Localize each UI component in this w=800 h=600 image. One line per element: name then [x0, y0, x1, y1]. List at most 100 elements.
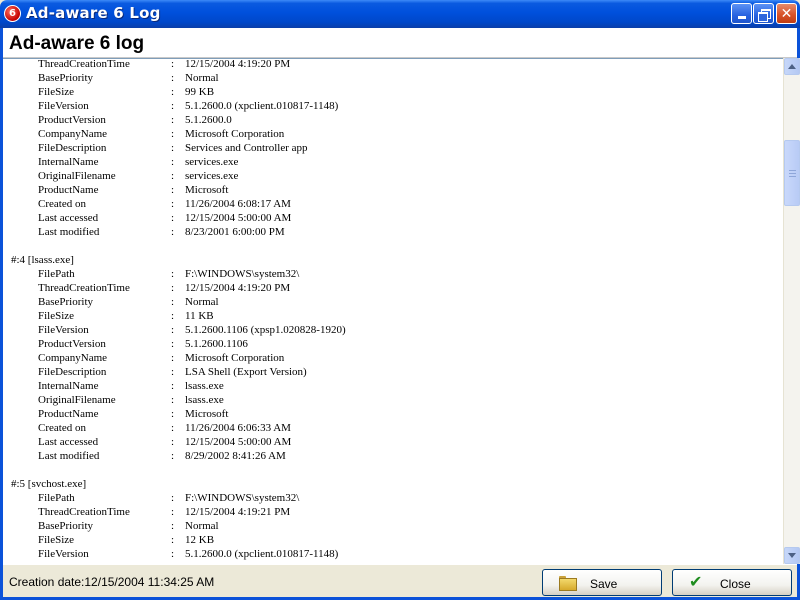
log-property-value: 12/15/2004 4:19:20 PM — [185, 58, 291, 70]
log-property-line: FilePath: F:\WINDOWS\system32\ — [11, 491, 346, 505]
log-separator: : — [171, 422, 175, 434]
log-property-key: FilePath — [38, 268, 75, 280]
log-property-key: OriginalFilename — [38, 394, 116, 406]
log-separator: : — [171, 142, 175, 154]
log-text-area[interactable]: ThreadCreationTime:12/15/2004 4:19:20 PM… — [3, 58, 783, 564]
log-property-value: Normal — [185, 296, 219, 308]
log-property-value: 5.1.2600.0 — [185, 114, 232, 126]
scroll-down-button[interactable] — [784, 547, 800, 564]
log-separator: : — [171, 380, 175, 392]
folder-icon — [559, 576, 577, 591]
log-property-key: Created on — [38, 198, 86, 210]
adaware-icon[interactable]: 6 — [4, 5, 21, 22]
title-bar[interactable]: 6 Ad-aware 6 Log ✕ — [0, 0, 800, 28]
log-property-key: InternalName — [38, 380, 99, 392]
save-button[interactable]: Save — [542, 569, 662, 596]
log-property-line: FilePath: F:\WINDOWS\system32\ — [11, 267, 346, 281]
log-property-line: ProductVersion:5.1.2600.0 — [11, 113, 346, 127]
grip-line — [789, 170, 796, 171]
close-icon: ✕ — [780, 5, 793, 22]
window-title: Ad-aware 6 Log — [26, 4, 161, 22]
log-property-line: Created on:11/26/2004 6:06:33 AM — [11, 421, 346, 435]
status-footer: Creation date:12/15/2004 11:34:25 AM Sav… — [3, 564, 797, 597]
log-separator: : — [171, 506, 175, 518]
log-property-value: Microsoft — [185, 408, 229, 420]
log-property-key: ProductVersion — [38, 114, 106, 126]
log-property-key: FileDescription — [38, 142, 107, 154]
close-button[interactable]: ✔ Close — [672, 569, 792, 596]
log-separator: : — [171, 520, 175, 532]
log-property-value: 8/23/2001 6:00:00 PM — [185, 226, 285, 238]
log-property-value: F:\WINDOWS\system32\ — [185, 268, 300, 280]
log-separator: : — [171, 296, 175, 308]
log-property-line: Last accessed:12/15/2004 5:00:00 AM — [11, 435, 346, 449]
close-button-label: Close — [720, 577, 751, 591]
log-separator: : — [171, 128, 175, 140]
log-property-value: 5.1.2600.0 (xpclient.010817-1148) — [185, 548, 339, 560]
log-separator: : — [171, 352, 175, 364]
log-separator: : — [171, 324, 175, 336]
log-separator: : — [171, 212, 175, 224]
log-property-value: 5.1.2600.1106 (xpsp1.020828-1920) — [185, 324, 346, 336]
log-property-value: Microsoft — [185, 184, 229, 196]
log-property-key: ThreadCreationTime — [38, 506, 130, 518]
log-content: ThreadCreationTime:12/15/2004 4:19:20 PM… — [11, 58, 346, 564]
log-property-line: Created on:11/26/2004 6:08:17 AM — [11, 197, 346, 211]
log-property-key: BasePriority — [38, 296, 93, 308]
log-property-value: lsass.exe — [185, 380, 224, 392]
log-property-line: FileDescription: LSA Shell (Export Versio… — [11, 365, 346, 379]
log-property-value: 8/29/2002 8:41:26 AM — [185, 450, 286, 462]
log-property-line: CompanyName: Microsoft Corporation — [11, 351, 346, 365]
scroll-thumb[interactable] — [784, 140, 800, 206]
log-separator: : — [171, 268, 175, 280]
log-separator: : — [171, 492, 175, 504]
log-property-value: 5.1.2600.0 (xpclient.010817-1148) — [185, 100, 339, 112]
restore-button[interactable] — [753, 3, 774, 24]
vertical-scrollbar[interactable] — [783, 58, 800, 564]
log-property-line: ThreadCreationTime:12/15/2004 4:19:20 PM — [11, 281, 346, 295]
log-separator: : — [171, 72, 175, 84]
log-property-key: ThreadCreationTime — [38, 58, 130, 70]
arrow-up-icon — [788, 64, 796, 69]
log-property-line: InternalName: services.exe — [11, 155, 346, 169]
log-separator: : — [171, 156, 175, 168]
log-property-key: CompanyName — [38, 352, 108, 364]
log-property-line: FileSize:11 KB — [11, 309, 346, 323]
log-property-line: FileDescription: Services and Controller … — [11, 141, 346, 155]
log-separator: : — [171, 394, 175, 406]
log-property-value: 5.1.2600.1106 — [185, 338, 248, 350]
log-separator: : — [171, 100, 175, 112]
scroll-up-button[interactable] — [784, 58, 800, 75]
log-property-key: FilePath — [38, 492, 75, 504]
log-property-value: Normal — [185, 72, 219, 84]
log-property-line: ProductName: Microsoft — [11, 407, 346, 421]
minimize-button[interactable] — [731, 3, 752, 24]
log-property-line: FileVersion:5.1.2600.0 (xpclient.010817-… — [11, 99, 346, 113]
log-separator: : — [171, 184, 175, 196]
arrow-down-icon — [788, 553, 796, 558]
log-separator: : — [171, 282, 175, 294]
log-property-line: BasePriority: Normal — [11, 295, 346, 309]
log-separator: : — [171, 408, 175, 420]
log-property-key: FileVersion — [38, 100, 89, 112]
log-property-value: Services and Controller app — [185, 142, 308, 154]
log-property-key: FileDescription — [38, 366, 107, 378]
log-property-line: OriginalFilename: lsass.exe — [11, 393, 346, 407]
log-property-key: ProductName — [38, 408, 99, 420]
log-separator: : — [171, 114, 175, 126]
page-title: Ad-aware 6 log — [9, 33, 145, 54]
log-separator: : — [171, 534, 175, 546]
close-window-button[interactable]: ✕ — [776, 3, 797, 24]
restore-icon — [758, 8, 771, 22]
grip-line — [789, 173, 796, 174]
log-property-key: Created on — [38, 422, 86, 434]
log-separator: : — [171, 58, 175, 70]
log-blank-line — [11, 239, 346, 253]
log-property-line: FileSize:12 KB — [11, 533, 346, 547]
log-property-line: ThreadCreationTime:12/15/2004 4:19:21 PM — [11, 505, 346, 519]
log-separator: : — [171, 226, 175, 238]
log-property-key: OriginalFilename — [38, 170, 116, 182]
log-property-value: LSA Shell (Export Version) — [185, 366, 307, 378]
log-property-key: ThreadCreationTime — [38, 282, 130, 294]
log-separator: : — [171, 170, 175, 182]
